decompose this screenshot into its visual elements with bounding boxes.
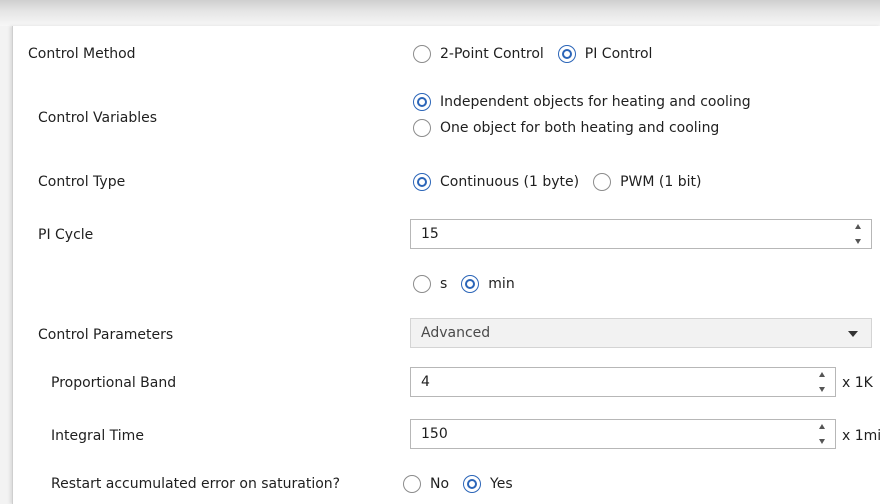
radio-label: Yes xyxy=(490,476,513,492)
restart-error-radio-group: No Yes xyxy=(403,472,527,496)
radio-label: Independent objects for heating and cool… xyxy=(440,94,751,110)
integral-time-unit: x 1min. xyxy=(842,428,880,444)
radio-checked-icon[interactable] xyxy=(463,475,482,493)
pi-cycle-label: PI Cycle xyxy=(38,227,94,243)
control-method-option-2point[interactable]: 2-Point Control xyxy=(413,42,544,66)
spinner-arrows-icon[interactable] xyxy=(853,224,863,244)
integral-time-value: 150 xyxy=(421,426,448,442)
integral-time-label: Integral Time xyxy=(51,428,144,444)
pi-cycle-unit-option-min[interactable]: min xyxy=(461,272,515,296)
chevron-down-icon[interactable] xyxy=(848,331,858,337)
control-variables-label: Control Variables xyxy=(38,110,158,126)
control-type-label: Control Type xyxy=(38,174,126,190)
control-type-radio-group: Continuous (1 byte) PWM (1 bit) xyxy=(413,170,715,194)
restart-error-option-no[interactable]: No xyxy=(403,472,449,496)
proportional-band-label: Proportional Band xyxy=(51,375,177,391)
parameter-panel: Control Method 2-Point Control PI Contro… xyxy=(12,26,880,504)
restart-error-label: Restart accumulated error on saturation? xyxy=(51,476,341,492)
radio-checked-icon[interactable] xyxy=(413,173,431,191)
proportional-band-unit: x 1K xyxy=(842,375,873,391)
spinner-down-icon[interactable] xyxy=(855,239,861,244)
radio-label: PI Control xyxy=(584,46,653,62)
control-variables-radio-group: Independent objects for heating and cool… xyxy=(413,89,751,141)
radio-label: No xyxy=(430,476,450,492)
pi-cycle-input[interactable]: 15 xyxy=(410,219,872,249)
spinner-up-icon[interactable] xyxy=(819,424,825,429)
radio-circle-icon[interactable] xyxy=(413,119,431,137)
control-variables-option-single[interactable]: One object for both heating and cooling xyxy=(413,115,719,141)
spinner-arrows-icon[interactable] xyxy=(817,424,827,444)
radio-checked-icon[interactable] xyxy=(413,93,431,111)
control-variables-option-independent[interactable]: Independent objects for heating and cool… xyxy=(413,89,751,115)
control-type-option-pwm[interactable]: PWM (1 bit) xyxy=(593,170,701,194)
control-method-label: Control Method xyxy=(28,46,136,62)
control-method-radio-group: 2-Point Control PI Control xyxy=(413,42,666,66)
pi-cycle-value: 15 xyxy=(421,226,439,242)
spinner-up-icon[interactable] xyxy=(855,224,861,229)
spinner-up-icon[interactable] xyxy=(819,372,825,377)
radio-checked-icon[interactable] xyxy=(557,45,576,63)
proportional-band-input[interactable]: 4 xyxy=(410,367,836,397)
radio-label: One object for both heating and cooling xyxy=(440,120,720,136)
control-parameters-label: Control Parameters xyxy=(38,327,174,343)
pi-cycle-unit-option-s[interactable]: s xyxy=(413,272,447,296)
pi-cycle-unit-radio-group: s min xyxy=(413,272,529,296)
control-method-option-pi[interactable]: PI Control xyxy=(557,42,653,66)
radio-circle-icon[interactable] xyxy=(413,45,431,63)
spinner-down-icon[interactable] xyxy=(819,439,825,444)
radio-label: min xyxy=(488,276,515,292)
radio-label: PWM (1 bit) xyxy=(620,174,702,190)
control-type-option-continuous[interactable]: Continuous (1 byte) xyxy=(413,170,579,194)
spinner-arrows-icon[interactable] xyxy=(817,372,827,392)
integral-time-input[interactable]: 150 xyxy=(410,419,836,449)
spinner-down-icon[interactable] xyxy=(819,387,825,392)
radio-label: 2-Point Control xyxy=(440,46,544,62)
radio-circle-icon[interactable] xyxy=(403,475,421,493)
radio-label: Continuous (1 byte) xyxy=(440,174,580,190)
proportional-band-value: 4 xyxy=(421,374,430,390)
control-parameters-dropdown[interactable]: Advanced xyxy=(410,318,872,348)
radio-circle-icon[interactable] xyxy=(593,173,612,191)
radio-checked-icon[interactable] xyxy=(461,275,480,293)
restart-error-option-yes[interactable]: Yes xyxy=(463,472,513,496)
top-shadow xyxy=(0,0,880,26)
control-parameters-value: Advanced xyxy=(421,325,491,341)
radio-circle-icon[interactable] xyxy=(413,275,431,293)
radio-label: s xyxy=(440,276,448,292)
